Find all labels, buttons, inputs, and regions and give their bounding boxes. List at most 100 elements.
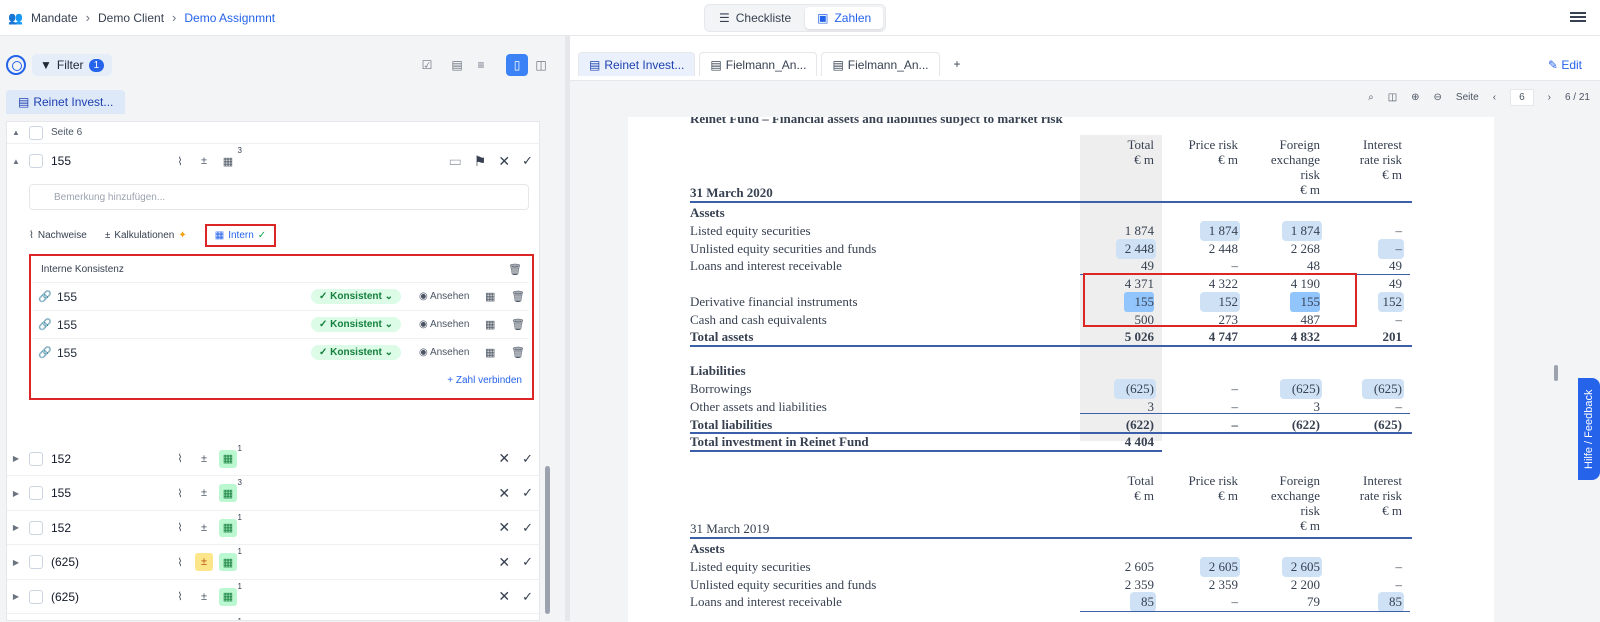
add-tab-button[interactable]: + xyxy=(943,52,971,76)
breadcrumb-mandate[interactable]: Mandate xyxy=(31,11,78,25)
table-cell[interactable]: 79 xyxy=(1240,594,1320,610)
group-view-icon[interactable]: ▤ xyxy=(446,54,468,76)
viewer-scrollbar[interactable] xyxy=(1554,365,1558,381)
checkbox[interactable] xyxy=(29,154,43,168)
check-icon[interactable]: ✓ xyxy=(522,153,533,169)
table-cell[interactable]: 1 874 xyxy=(1074,223,1154,239)
calculator-icon[interactable]: ± xyxy=(195,484,213,502)
table-cell[interactable]: 2 605 xyxy=(1158,559,1238,575)
table-cell[interactable]: 49 xyxy=(1322,258,1402,274)
table-cell[interactable]: 85 xyxy=(1074,594,1154,610)
prev-page-icon[interactable]: ‹ xyxy=(1493,92,1496,103)
konsistenz-row[interactable]: 🔗 155 ✓ Konsistent ⌄ ◉ Ansehen ▦ 🗑 xyxy=(33,282,529,310)
intern-icon[interactable]: ▦ 1 xyxy=(219,513,242,537)
table-cell[interactable]: 2 200 xyxy=(1240,577,1320,593)
zoom-in-icon[interactable]: ⊕ xyxy=(1411,92,1419,103)
tab-kalkulationen[interactable]: ± Kalkulationen ✦ xyxy=(105,230,187,241)
checkbox[interactable] xyxy=(29,520,43,535)
hamburger-menu-icon[interactable] xyxy=(1570,10,1586,24)
comment-icon[interactable]: ▭ xyxy=(449,153,462,170)
trash-icon[interactable]: 🗑 xyxy=(511,318,525,331)
calculator-icon[interactable]: ± xyxy=(195,152,213,170)
progress-circle-icon[interactable] xyxy=(6,55,26,75)
close-icon[interactable]: ✕ xyxy=(498,554,510,571)
paperclip-icon[interactable]: ⌇ xyxy=(171,588,189,606)
page-group-row[interactable]: ▲ Seite 6 xyxy=(7,122,539,144)
table-cell[interactable]: (622) xyxy=(1240,417,1320,433)
close-icon[interactable]: ✕ xyxy=(498,485,510,502)
intern-icon[interactable]: ▦ xyxy=(485,290,495,303)
intern-icon[interactable]: ▦ 1 xyxy=(219,444,242,468)
table-cell[interactable]: (625) xyxy=(1074,381,1154,397)
check-icon[interactable]: ✓ xyxy=(522,554,533,570)
zoom-out-icon[interactable]: ⊖ xyxy=(1434,92,1442,103)
caret-right-icon[interactable]: ▶ xyxy=(7,592,25,601)
list-item-expanded[interactable]: ▲ 155 ⌇ ± ▦ 3 ▭ ⚑ ✕ ✓ xyxy=(7,144,539,178)
list-item[interactable]: ▶(625)⌇±▦1✕✓ xyxy=(7,580,539,615)
intern-icon[interactable]: ▦ 3 xyxy=(219,478,242,503)
intern-icon[interactable]: ▦ xyxy=(485,318,495,331)
view-button[interactable]: ◉ Ansehen xyxy=(419,347,469,358)
intern-icon[interactable]: ▦ 1 xyxy=(219,582,242,606)
breadcrumb-assignment[interactable]: Demo Assignmnt xyxy=(184,11,275,25)
table-cell[interactable]: 2 359 xyxy=(1074,577,1154,593)
table-cell[interactable]: 49 xyxy=(1074,258,1154,274)
intern-icon[interactable]: ▦ 1 xyxy=(219,547,242,572)
trash-icon[interactable]: 🗑 xyxy=(511,346,525,359)
check-icon[interactable]: ✓ xyxy=(522,451,533,467)
filter-button[interactable]: ▼ Filter 1 xyxy=(32,54,113,76)
konsistenz-row[interactable]: 🔗 155 ✓ Konsistent ⌄ ◉ Ansehen ▦ 🗑 xyxy=(33,338,529,366)
intern-icon[interactable]: ▦ xyxy=(485,346,495,359)
table-cell[interactable]: (625) xyxy=(1240,381,1320,397)
checkbox[interactable] xyxy=(29,451,43,466)
table-cell[interactable]: – xyxy=(1158,258,1239,274)
doc-tab-reinet[interactable]: ▤ Reinet Invest... xyxy=(578,52,696,76)
checkbox[interactable] xyxy=(29,555,43,570)
status-badge[interactable]: ✓ Konsistent ⌄ xyxy=(311,345,402,360)
list-item[interactable]: ▶ 152 ⌇ ± ▦ 1 ✕ ✓ xyxy=(7,511,539,546)
status-badge[interactable]: ✓ Konsistent ⌄ xyxy=(311,289,402,304)
left-scrollbar[interactable] xyxy=(545,466,550,614)
konsistenz-row[interactable]: 🔗 155 ✓ Konsistent ⌄ ◉ Ansehen ▦ 🗑 xyxy=(33,310,529,338)
table-cell[interactable]: – xyxy=(1322,223,1403,239)
checkbox[interactable] xyxy=(29,589,43,604)
list-item[interactable]: ▶(625)⌇±▦1✕✓ xyxy=(7,615,539,621)
check-icon[interactable]: ✓ xyxy=(522,589,533,605)
paperclip-icon[interactable]: ⌇ xyxy=(171,553,189,571)
table-cell[interactable]: – xyxy=(1322,241,1403,257)
caret-right-icon[interactable]: ▶ xyxy=(7,523,25,532)
close-icon[interactable]: ✕ xyxy=(498,153,510,170)
calculator-icon[interactable]: ± xyxy=(195,450,213,468)
table-cell[interactable]: 2 605 xyxy=(1240,559,1320,575)
table-cell[interactable]: 2 448 xyxy=(1074,241,1154,257)
columns-icon[interactable]: ◫ xyxy=(1388,92,1397,103)
paperclip-icon[interactable]: ⌇ xyxy=(171,484,189,502)
trash-icon[interactable]: 🗑 xyxy=(508,263,522,276)
single-panel-icon[interactable]: ▯ xyxy=(506,54,528,76)
table-cell[interactable]: 2 448 xyxy=(1158,241,1238,257)
table-cell[interactable]: 48 xyxy=(1240,258,1320,274)
close-icon[interactable]: ✕ xyxy=(498,588,510,605)
next-page-icon[interactable]: › xyxy=(1548,92,1551,103)
table-cell[interactable]: 5 026 xyxy=(1074,329,1154,345)
caret-right-icon[interactable]: ▶ xyxy=(7,558,25,567)
table-cell[interactable]: 4 832 xyxy=(1240,329,1320,345)
check-icon[interactable]: ✓ xyxy=(522,520,533,536)
list-item[interactable]: ▶ 152 ⌇ ± ▦ 1 ✕ ✓ xyxy=(7,442,539,476)
tab-zahlen[interactable]: ▣ Zahlen xyxy=(805,7,884,29)
table-cell[interactable]: 2 268 xyxy=(1240,241,1320,257)
list-item[interactable]: ▶(625)⌇±▦1✕✓ xyxy=(7,546,539,580)
calculator-icon[interactable]: ± xyxy=(195,588,213,606)
table-cell[interactable]: (625) xyxy=(1322,417,1402,433)
calculator-icon[interactable]: ± xyxy=(195,553,213,572)
doc-tab-fielmann-1[interactable]: ▤ Fielmann_An... xyxy=(699,52,818,76)
checkbox[interactable] xyxy=(29,125,43,140)
edit-button[interactable]: ✎ Edit xyxy=(1548,58,1582,72)
check-icon[interactable]: ✓ xyxy=(522,485,533,501)
calculator-icon[interactable]: ± xyxy=(195,519,213,537)
close-icon[interactable]: ✕ xyxy=(498,519,510,536)
status-badge[interactable]: ✓ Konsistent ⌄ xyxy=(311,317,402,332)
table-cell[interactable]: 85 xyxy=(1322,594,1402,610)
caret-right-icon[interactable]: ▶ xyxy=(7,489,25,498)
close-icon[interactable]: ✕ xyxy=(498,450,510,467)
